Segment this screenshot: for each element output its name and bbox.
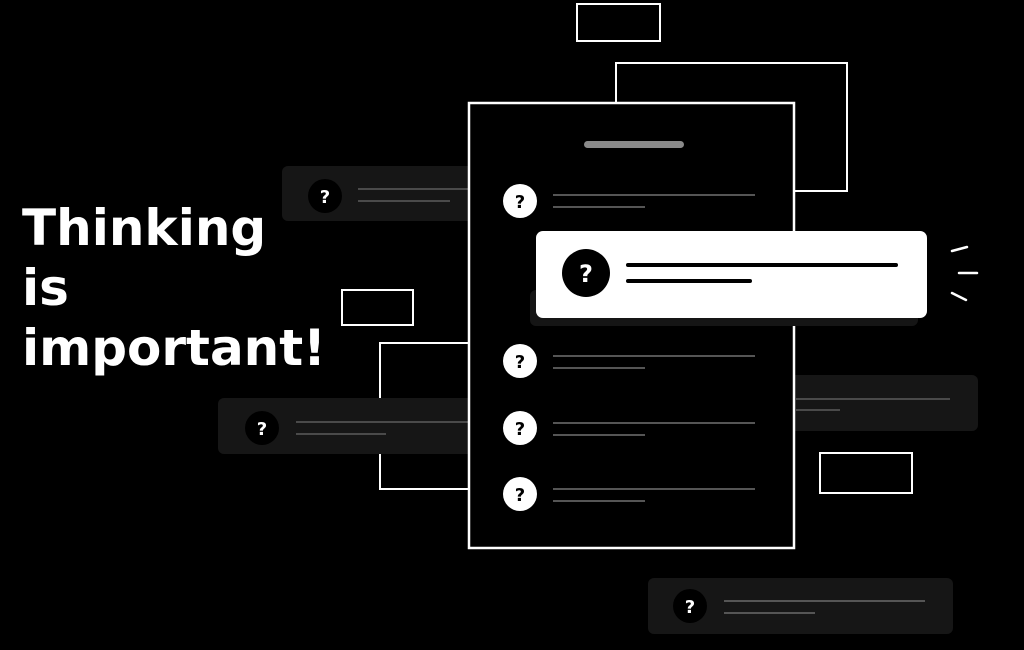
faded-card-upper-left: ? [282, 166, 482, 221]
panel-handle-bar [584, 141, 684, 148]
question-mark-glyph: ? [579, 260, 593, 288]
question-mark-glyph: ? [515, 419, 525, 440]
question-mark-glyph: ? [685, 597, 695, 618]
question-mark-glyph: ? [320, 187, 330, 208]
question-mark-glyph: ? [515, 352, 525, 373]
outline-box-right-small [819, 452, 913, 494]
question-list-illustration: ? ? ? ? ? ? ? ? [218, 3, 979, 634]
question-mark-glyph: ? [515, 192, 525, 213]
faded-card-middle-right [790, 375, 978, 431]
highlighted-question-card: ? [536, 231, 927, 318]
illustration-stage: Thinking is important! ? ? ? ? ? ? ? ? [0, 0, 1024, 650]
outline-box-top [576, 3, 661, 42]
faded-card-lower-left: ? [218, 398, 478, 454]
question-mark-glyph: ? [257, 419, 267, 440]
emphasis-burst-lines [950, 245, 979, 302]
question-mark-glyph: ? [515, 485, 525, 506]
outline-box-left-small [341, 289, 414, 326]
faded-card-bottom-right: ? [648, 578, 953, 634]
